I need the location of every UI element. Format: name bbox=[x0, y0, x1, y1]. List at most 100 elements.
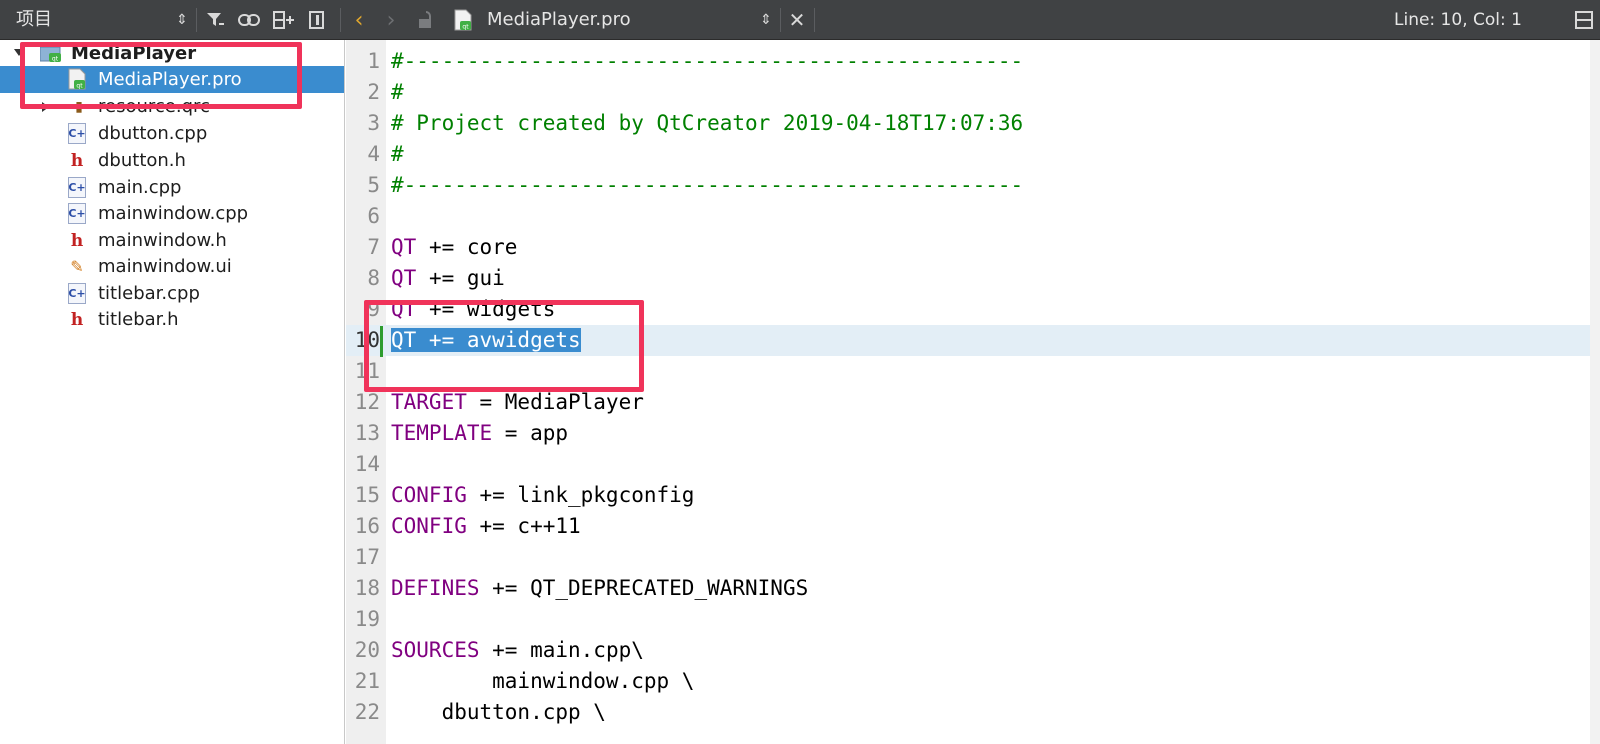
back-arrow-icon[interactable]: ‹ bbox=[346, 0, 372, 40]
tree-item-mainwindow-cpp[interactable]: C+ mainwindow.cpp bbox=[0, 200, 344, 227]
line-number: 19 bbox=[354, 607, 380, 631]
code-line[interactable]: 22 dbutton.cpp \ bbox=[346, 697, 1600, 728]
code-line[interactable]: 15 CONFIG += link_pkgconfig bbox=[346, 480, 1600, 511]
cpp-file-icon: C+ bbox=[68, 283, 86, 304]
header-file-icon: h bbox=[70, 230, 84, 251]
tree-item-label: titlebar.h bbox=[98, 309, 179, 330]
tree-item-dbutton-cpp[interactable]: C+ dbutton.cpp bbox=[0, 120, 344, 147]
tree-item-label: dbutton.cpp bbox=[98, 123, 208, 144]
line-number: 6 bbox=[367, 204, 380, 228]
tree-item-mainwindow-h[interactable]: h mainwindow.h bbox=[0, 227, 344, 254]
toolbar-divider bbox=[340, 8, 341, 32]
forward-arrow-icon[interactable]: › bbox=[378, 0, 404, 40]
annotation-box-code bbox=[364, 300, 644, 392]
pro-file-icon: qt bbox=[452, 0, 474, 40]
code-text: += gui bbox=[416, 266, 505, 290]
line-number: 16 bbox=[354, 514, 380, 538]
code-line[interactable]: 4 # bbox=[346, 139, 1600, 170]
code-line[interactable]: 3 # Project created by QtCreator 2019-04… bbox=[346, 108, 1600, 139]
tree-item-label: dbutton.h bbox=[98, 150, 186, 171]
code-line[interactable]: 13 TEMPLATE = app bbox=[346, 418, 1600, 449]
line-number: 5 bbox=[367, 173, 380, 197]
tree-item-label: mainwindow.ui bbox=[98, 256, 232, 277]
code-line[interactable]: 14 bbox=[346, 449, 1600, 480]
code-line[interactable]: 6 bbox=[346, 201, 1600, 232]
annotation-box-project bbox=[20, 42, 302, 109]
sidebar-title: 项目 bbox=[16, 9, 52, 30]
code-text: += main.cpp\ bbox=[479, 638, 644, 662]
open-file-name[interactable]: MediaPlayer.pro bbox=[487, 0, 631, 40]
cpp-file-icon: C+ bbox=[68, 203, 86, 224]
line-number: 1 bbox=[367, 49, 380, 73]
code-text: dbutton.cpp \ bbox=[391, 700, 606, 724]
code-text: #---------------------------------------… bbox=[391, 49, 1024, 73]
line-number: 20 bbox=[354, 638, 380, 662]
line-number: 4 bbox=[367, 142, 380, 166]
toolbar-divider bbox=[196, 8, 197, 32]
close-document-icon[interactable]: ✕ bbox=[786, 0, 808, 40]
tree-item-label: mainwindow.h bbox=[98, 230, 227, 251]
tree-item-label: main.cpp bbox=[98, 177, 182, 198]
ui-file-icon: ✎ bbox=[70, 257, 84, 276]
code-text: # Project created by QtCreator 2019-04-1… bbox=[391, 111, 1024, 135]
code-text: += core bbox=[416, 235, 518, 259]
filter-icon[interactable] bbox=[204, 0, 226, 40]
code-text: # bbox=[391, 80, 404, 104]
code-keyword: QT bbox=[391, 266, 417, 290]
code-line[interactable]: 1 #-------------------------------------… bbox=[346, 46, 1600, 77]
code-text: # bbox=[391, 142, 404, 166]
code-keyword: DEFINES bbox=[391, 576, 480, 600]
tree-item-label: mainwindow.cpp bbox=[98, 203, 249, 224]
toolbar-divider bbox=[780, 8, 781, 32]
lock-icon[interactable] bbox=[414, 0, 438, 40]
code-line[interactable]: 17 bbox=[346, 542, 1600, 573]
code-line[interactable]: 18 DEFINES += QT_DEPRECATED_WARNINGS bbox=[346, 573, 1600, 604]
code-line[interactable]: 20 SOURCES += main.cpp\ bbox=[346, 635, 1600, 666]
code-line[interactable]: 8 QT += gui bbox=[346, 263, 1600, 294]
line-number: 21 bbox=[354, 669, 380, 693]
svg-text:qt: qt bbox=[462, 24, 469, 31]
code-line[interactable]: 21 mainwindow.cpp \ bbox=[346, 666, 1600, 697]
code-keyword: SOURCES bbox=[391, 638, 480, 662]
code-text: #---------------------------------------… bbox=[391, 173, 1024, 197]
code-line[interactable]: 7 QT += core bbox=[346, 232, 1600, 263]
code-line[interactable]: 19 bbox=[346, 604, 1600, 635]
line-number: 8 bbox=[367, 266, 380, 290]
code-editor[interactable]: 1 #-------------------------------------… bbox=[346, 40, 1600, 744]
line-number: 15 bbox=[354, 483, 380, 507]
code-text: += link_pkgconfig bbox=[466, 483, 695, 507]
code-keyword: QT bbox=[391, 235, 417, 259]
code-text: = MediaPlayer bbox=[466, 390, 644, 414]
tree-item-titlebar-h[interactable]: h titlebar.h bbox=[0, 306, 344, 333]
code-line[interactable]: 5 #-------------------------------------… bbox=[346, 170, 1600, 201]
code-text: = app bbox=[492, 421, 569, 445]
tree-item-main-cpp[interactable]: C+ main.cpp bbox=[0, 174, 344, 201]
line-number: 3 bbox=[367, 111, 380, 135]
cursor-position[interactable]: Line: 10, Col: 1 bbox=[1394, 0, 1522, 40]
code-line[interactable]: 2 # bbox=[346, 77, 1600, 108]
close-sidebar-icon[interactable] bbox=[306, 0, 328, 40]
split-icon[interactable] bbox=[272, 0, 296, 40]
tree-item-mainwindow-ui[interactable]: ✎ mainwindow.ui bbox=[0, 253, 344, 280]
tree-item-titlebar-cpp[interactable]: C+ titlebar.cpp bbox=[0, 280, 344, 307]
sort-icon[interactable]: ⇕ bbox=[172, 0, 192, 40]
code-text: += c++11 bbox=[466, 514, 581, 538]
tree-item-label: titlebar.cpp bbox=[98, 283, 200, 304]
file-switch-icon[interactable]: ⇕ bbox=[756, 0, 776, 40]
project-tree: qt MediaPlayer qt MediaPlayer.pro ▮ reso… bbox=[0, 40, 345, 744]
cpp-file-icon: C+ bbox=[68, 177, 86, 198]
line-number: 18 bbox=[354, 576, 380, 600]
editor-scrollbar[interactable] bbox=[1590, 40, 1600, 744]
code-line[interactable]: 16 CONFIG += c++11 bbox=[346, 511, 1600, 542]
line-number: 17 bbox=[354, 545, 380, 569]
split-view-icon[interactable] bbox=[1572, 0, 1596, 40]
code-keyword: CONFIG bbox=[391, 514, 467, 538]
line-number: 2 bbox=[367, 80, 380, 104]
line-number: 13 bbox=[354, 421, 380, 445]
top-toolbar: 项目 ⇕ ‹ › qt MediaPlayer.pro ⇕ ✕ Line: 10… bbox=[0, 0, 1600, 40]
line-number: 14 bbox=[354, 452, 380, 476]
tree-item-dbutton-h[interactable]: h dbutton.h bbox=[0, 147, 344, 174]
link-icon[interactable] bbox=[237, 0, 261, 40]
line-number: 7 bbox=[367, 235, 380, 259]
code-text: += QT_DEPRECATED_WARNINGS bbox=[479, 576, 809, 600]
